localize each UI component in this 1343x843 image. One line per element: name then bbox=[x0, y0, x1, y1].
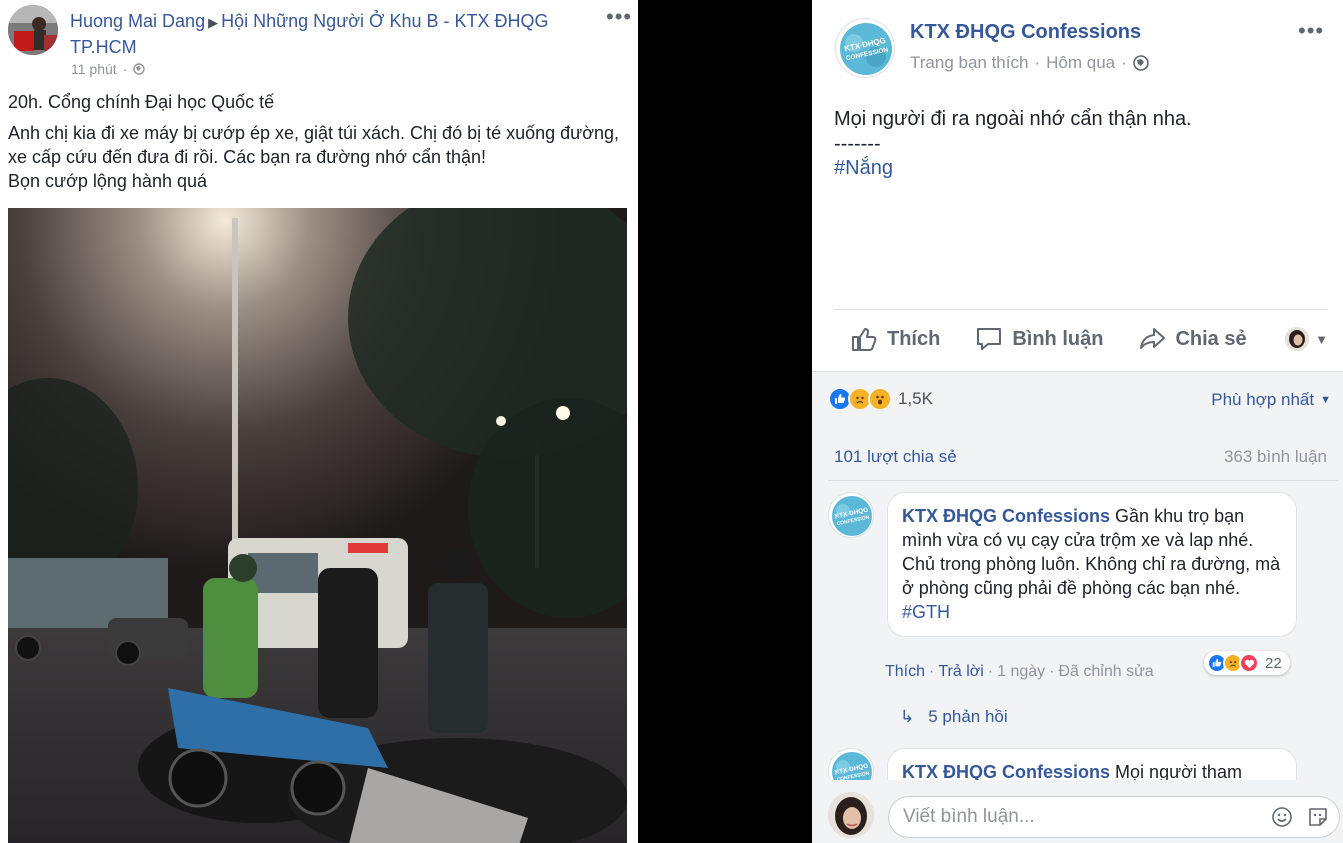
chevron-down-icon: ▼ bbox=[1315, 331, 1328, 347]
page-avatar[interactable]: KTX ĐHQG CONFESSION bbox=[835, 18, 895, 78]
comment-reactions[interactable]: 22 bbox=[1204, 651, 1290, 675]
comment-actions: Thích · Trả lời · 1 ngày · Đã chỉnh sửa bbox=[885, 663, 1154, 681]
page-name[interactable]: KTX ĐHQG Confessions bbox=[910, 21, 1141, 44]
comment-count[interactable]: 363 bình luận bbox=[1224, 447, 1327, 467]
post-header: Huong Mai Dang ▶ Hội Những Người Ở Khu B -… bbox=[70, 9, 590, 59]
reaction-count[interactable]: 1,5K bbox=[898, 389, 933, 409]
share-button[interactable]: Chia sẻ bbox=[1137, 324, 1247, 354]
post-body: Mọi người đi ra ngoài nhớ cẩn thận nha. … bbox=[834, 106, 1192, 182]
comments-section: 1,5K Phù hợp nhất ▼ 101 lượt chia sẻ 363… bbox=[812, 371, 1343, 843]
comment-label: Bình luận bbox=[1012, 327, 1104, 350]
author-name[interactable]: Huong Mai Dang bbox=[70, 11, 205, 31]
share-icon bbox=[1140, 328, 1166, 349]
share-label: Chia sẻ bbox=[1175, 327, 1247, 350]
divider bbox=[828, 480, 1338, 481]
replies-label: 5 phản hồi bbox=[928, 707, 1008, 726]
comment-like-link[interactable]: Thích bbox=[885, 663, 925, 681]
composer-icons bbox=[1271, 806, 1329, 828]
comment-author[interactable]: KTX ĐHQG Confessions bbox=[902, 762, 1110, 782]
emoji-icon[interactable] bbox=[1271, 806, 1293, 828]
comment-bubble: KTX ĐHQG Confessions Gần khu trọ bạn mìn… bbox=[887, 492, 1297, 637]
like-button[interactable]: Thích bbox=[849, 324, 940, 354]
comment-reaction-count: 22 bbox=[1265, 654, 1282, 672]
post-options-icon[interactable]: ••• bbox=[1298, 18, 1324, 44]
sticker-icon[interactable] bbox=[1307, 806, 1329, 828]
post-time[interactable]: 11 phút bbox=[71, 61, 117, 77]
comment-edited[interactable]: Đã chỉnh sửa bbox=[1059, 663, 1154, 681]
arrow-right-icon: ▶ bbox=[208, 15, 219, 30]
post-separator: ------- bbox=[834, 133, 881, 155]
comment-icon bbox=[977, 328, 1002, 350]
avatar[interactable] bbox=[828, 792, 874, 838]
like-label: Thích bbox=[887, 327, 941, 350]
post-body: 20h. Cổng chính Đại học Quốc tế Anh chị … bbox=[8, 90, 633, 200]
share-as-selector[interactable]: ▼ bbox=[1285, 327, 1328, 351]
comment-time[interactable]: 1 ngày bbox=[997, 663, 1045, 681]
comment-sort-dropdown[interactable]: Phù hợp nhất ▼ bbox=[1211, 390, 1331, 410]
post-actions: Thích Bình luận Chia sẻ ▼ bbox=[834, 318, 1328, 360]
comment-button[interactable]: Bình luận bbox=[974, 324, 1103, 354]
post-options-icon[interactable]: ••• bbox=[606, 4, 632, 30]
comment-author[interactable]: KTX ĐHQG Confessions bbox=[902, 506, 1110, 526]
reply-arrow-icon: ↳ bbox=[900, 707, 915, 726]
thumbs-up-icon bbox=[852, 328, 877, 351]
sort-label: Phù hợp nhất bbox=[1211, 390, 1315, 409]
share-count[interactable]: 101 lượt chia sẻ bbox=[834, 447, 957, 467]
globe-icon bbox=[1132, 55, 1149, 71]
comment-hashtag[interactable]: #GTH bbox=[902, 602, 950, 622]
post-time[interactable]: Hôm qua bbox=[1046, 53, 1115, 73]
divider bbox=[834, 309, 1328, 310]
post-photo[interactable] bbox=[8, 208, 627, 843]
liked-page-label: Trang bạn thích bbox=[910, 53, 1029, 72]
commenter-avatar[interactable]: KTX ĐHQG CONFESSION bbox=[828, 492, 874, 538]
reaction-summary[interactable]: 1,5K bbox=[828, 387, 933, 411]
caret-down-icon: ▼ bbox=[1320, 394, 1331, 406]
comment-composer: Viết bình luận... bbox=[812, 780, 1343, 843]
post-paragraph: Anh chị kia đi xe máy bị cướp ép xe, giậ… bbox=[8, 123, 620, 167]
avatar bbox=[1285, 327, 1310, 351]
post-location-line: 20h. Cổng chính Đại học Quốc tế bbox=[8, 92, 275, 112]
post-meta: 11 phút · bbox=[71, 61, 146, 77]
globe-icon bbox=[133, 63, 146, 75]
right-post: KTX ĐHQG CONFESSION KTX ĐHQG Confessions… bbox=[812, 0, 1343, 843]
view-replies-link[interactable]: ↳ 5 phản hồi bbox=[900, 707, 1008, 727]
post-line: Mọi người đi ra ngoài nhớ cẩn thận nha. bbox=[834, 108, 1192, 130]
post-meta: Trang bạn thích · Hôm qua · bbox=[910, 53, 1149, 73]
left-post: Huong Mai Dang ▶ Hội Những Người Ở Khu B -… bbox=[0, 0, 638, 843]
wow-reaction-icon bbox=[868, 387, 892, 411]
love-reaction-icon bbox=[1239, 653, 1259, 673]
comment-reply-link[interactable]: Trả lời bbox=[938, 663, 983, 681]
post-paragraph-2: Bọn cướp lộng hành quá bbox=[8, 171, 208, 191]
author-avatar[interactable] bbox=[8, 5, 58, 55]
comment-text: Mọi người tham bbox=[1115, 762, 1242, 782]
post-hashtag[interactable]: #Nắng bbox=[834, 155, 1192, 182]
